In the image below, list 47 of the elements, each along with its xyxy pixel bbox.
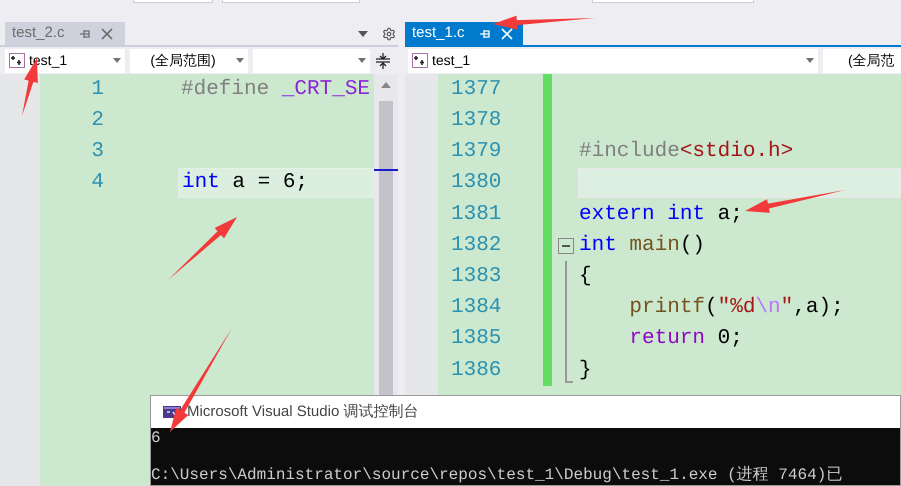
line-number: 1379 xyxy=(451,139,502,166)
close-icon[interactable] xyxy=(100,28,113,40)
project-icon xyxy=(9,53,25,68)
console-output: 6 xyxy=(151,429,162,448)
line-number: 1383 xyxy=(451,264,502,290)
line-number: 1386 xyxy=(451,358,502,384)
line-number: 2 xyxy=(90,108,104,134)
code-text: extern int a; xyxy=(579,202,743,228)
change-marker xyxy=(543,354,552,386)
scrollbar[interactable] xyxy=(374,74,398,395)
code-text: #include<stdio.h> xyxy=(579,139,794,166)
project-dropdown[interactable]: test_1 xyxy=(408,48,818,72)
code-text: int main() xyxy=(579,232,706,259)
line-number: 1380 xyxy=(451,170,502,196)
window-title: Microsoft Visual Studio 调试控制台 xyxy=(187,402,418,422)
dropdown-caret-icon xyxy=(358,58,366,63)
console-output: C:\Users\Administrator\source\repos\test_1\Debug\test_1.exe (进程 7464)已 xyxy=(151,466,844,485)
code-text: int a = 6; xyxy=(182,170,308,196)
line-number: 1384 xyxy=(451,295,502,322)
dropdown-caret-icon xyxy=(806,58,814,63)
line-number: 4 xyxy=(90,170,104,196)
settings-icon[interactable] xyxy=(382,26,396,40)
line-number: 1 xyxy=(90,76,104,103)
collapse-icon[interactable] xyxy=(558,238,574,254)
code-text: { xyxy=(579,264,592,290)
line-number: 1385 xyxy=(451,326,502,352)
pin-icon[interactable] xyxy=(78,28,91,38)
scope-dropdown[interactable]: (全局范围) xyxy=(130,48,248,72)
dropdown-caret-icon[interactable] xyxy=(358,30,368,36)
line-number: 1377 xyxy=(451,76,502,103)
line-number: 1381 xyxy=(451,202,502,228)
code-text: } xyxy=(579,358,592,384)
split-icon[interactable] xyxy=(375,52,391,68)
scroll-thumb[interactable] xyxy=(379,101,393,395)
line-number: 1378 xyxy=(451,108,502,134)
scroll-up-icon[interactable] xyxy=(381,82,391,88)
dropdown-caret-icon xyxy=(236,58,244,63)
change-marker xyxy=(543,74,552,106)
line-number: 3 xyxy=(90,138,104,165)
line-number: 1382 xyxy=(451,232,502,259)
project-icon xyxy=(412,53,428,68)
code-text: return 0; xyxy=(628,326,743,352)
code-text: printf("%d\n",a); xyxy=(628,295,844,322)
scroll-marker xyxy=(374,169,398,171)
scope-dropdown[interactable]: (全局范 xyxy=(823,48,901,72)
dropdown-caret-icon xyxy=(113,58,121,63)
code-text: #define _CRT_SE xyxy=(181,76,370,103)
